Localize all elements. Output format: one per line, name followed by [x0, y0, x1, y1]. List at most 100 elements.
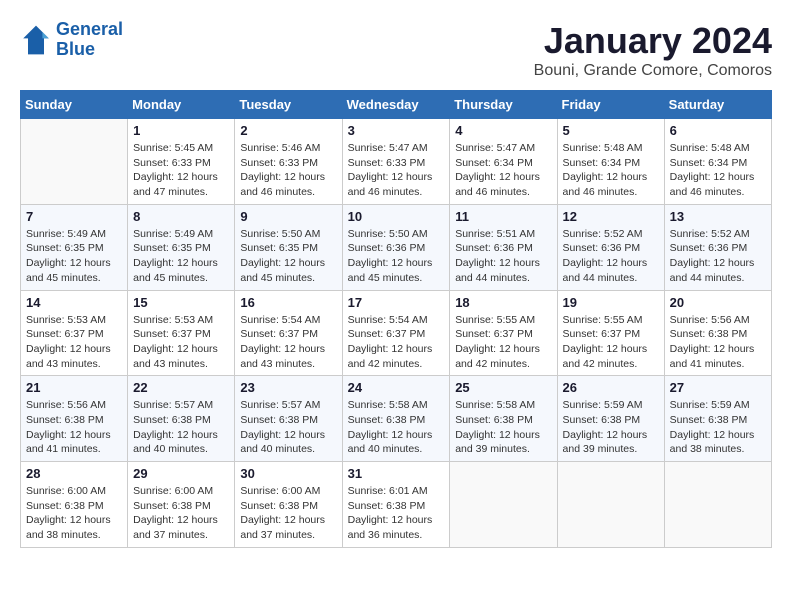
day-cell: 17Sunrise: 5:54 AM Sunset: 6:37 PM Dayli…: [342, 290, 450, 376]
day-cell: [557, 462, 664, 548]
day-cell: 30Sunrise: 6:00 AM Sunset: 6:38 PM Dayli…: [235, 462, 342, 548]
day-cell: [21, 119, 128, 205]
day-cell: 7 Sunrise: 5:49 AM Sunset: 6:35 PM Daylig…: [21, 204, 128, 290]
day-cell: 16 Sunrise: 5:54 AM Sunset: 6:37 PM Dayli…: [235, 290, 342, 376]
day-number: 16: [240, 295, 336, 310]
day-info: Sunrise: 6:01 AM Sunset: 6:38 PM Dayligh…: [348, 484, 445, 543]
day-info: Sunrise: 5:53 AM Sunset: 6:37 PM Dayligh…: [26, 313, 122, 372]
day-info: Sunrise: 5:54 AM Sunset: 6:37 PM Dayligh…: [348, 313, 445, 372]
day-number: 23: [240, 380, 336, 395]
day-cell: 24Sunrise: 5:58 AM Sunset: 6:38 PM Dayli…: [342, 376, 450, 462]
day-cell: [450, 462, 557, 548]
day-header-tuesday: Tuesday: [235, 91, 342, 119]
week-row-1: 1 Sunrise: 5:45 AM Sunset: 6:33 PM Daylig…: [21, 119, 772, 205]
day-cell: 19 Sunrise: 5:55 AM Sunset: 6:37 PM Dayli…: [557, 290, 664, 376]
day-number: 22: [133, 380, 229, 395]
day-cell: 11Sunrise: 5:51 AM Sunset: 6:36 PM Dayli…: [450, 204, 557, 290]
day-header-monday: Monday: [128, 91, 235, 119]
day-cell: 10 Sunrise: 5:50 AM Sunset: 6:36 PM Dayli…: [342, 204, 450, 290]
day-number: 19: [563, 295, 659, 310]
day-number: 24: [348, 380, 445, 395]
day-cell: 23 Sunrise: 5:57 AM Sunset: 6:38 PM Dayli…: [235, 376, 342, 462]
day-info: Sunrise: 6:00 AM Sunset: 6:38 PM Dayligh…: [240, 484, 336, 543]
day-number: 14: [26, 295, 122, 310]
day-info: Sunrise: 5:49 AM Sunset: 6:35 PM Dayligh…: [26, 227, 122, 286]
day-cell: 1 Sunrise: 5:45 AM Sunset: 6:33 PM Daylig…: [128, 119, 235, 205]
day-cell: 22Sunrise: 5:57 AM Sunset: 6:38 PM Dayli…: [128, 376, 235, 462]
day-info: Sunrise: 5:58 AM Sunset: 6:38 PM Dayligh…: [455, 398, 551, 457]
day-info: Sunrise: 5:50 AM Sunset: 6:35 PM Dayligh…: [240, 227, 336, 286]
logo-icon: [20, 24, 52, 56]
day-info: Sunrise: 5:59 AM Sunset: 6:38 PM Dayligh…: [563, 398, 659, 457]
day-cell: 9 Sunrise: 5:50 AM Sunset: 6:35 PM Daylig…: [235, 204, 342, 290]
day-number: 11: [455, 209, 551, 224]
day-number: 4: [455, 123, 551, 138]
day-cell: 5 Sunrise: 5:48 AM Sunset: 6:34 PM Daylig…: [557, 119, 664, 205]
day-info: Sunrise: 5:50 AM Sunset: 6:36 PM Dayligh…: [348, 227, 445, 286]
day-number: 10: [348, 209, 445, 224]
day-number: 5: [563, 123, 659, 138]
day-info: Sunrise: 5:57 AM Sunset: 6:38 PM Dayligh…: [240, 398, 336, 457]
day-info: Sunrise: 5:56 AM Sunset: 6:38 PM Dayligh…: [26, 398, 122, 457]
day-header-wednesday: Wednesday: [342, 91, 450, 119]
day-number: 21: [26, 380, 122, 395]
day-cell: 3Sunrise: 5:47 AM Sunset: 6:33 PM Daylig…: [342, 119, 450, 205]
day-number: 1: [133, 123, 229, 138]
day-number: 20: [670, 295, 766, 310]
day-cell: 2Sunrise: 5:46 AM Sunset: 6:33 PM Daylig…: [235, 119, 342, 205]
day-number: 28: [26, 466, 122, 481]
day-info: Sunrise: 5:48 AM Sunset: 6:34 PM Dayligh…: [563, 141, 659, 200]
day-cell: 25 Sunrise: 5:58 AM Sunset: 6:38 PM Dayli…: [450, 376, 557, 462]
day-number: 29: [133, 466, 229, 481]
day-number: 26: [563, 380, 659, 395]
day-cell: 28 Sunrise: 6:00 AM Sunset: 6:38 PM Dayli…: [21, 462, 128, 548]
day-info: Sunrise: 6:00 AM Sunset: 6:38 PM Dayligh…: [133, 484, 229, 543]
day-info: Sunrise: 5:56 AM Sunset: 6:38 PM Dayligh…: [670, 313, 766, 372]
day-number: 25: [455, 380, 551, 395]
day-info: Sunrise: 5:49 AM Sunset: 6:35 PM Dayligh…: [133, 227, 229, 286]
day-info: Sunrise: 5:54 AM Sunset: 6:37 PM Dayligh…: [240, 313, 336, 372]
day-cell: 18Sunrise: 5:55 AM Sunset: 6:37 PM Dayli…: [450, 290, 557, 376]
day-number: 9: [240, 209, 336, 224]
day-number: 18: [455, 295, 551, 310]
day-cell: 20 Sunrise: 5:56 AM Sunset: 6:38 PM Dayli…: [664, 290, 771, 376]
day-number: 27: [670, 380, 766, 395]
day-number: 6: [670, 123, 766, 138]
day-info: Sunrise: 5:53 AM Sunset: 6:37 PM Dayligh…: [133, 313, 229, 372]
day-cell: [664, 462, 771, 548]
day-cell: 13Sunrise: 5:52 AM Sunset: 6:36 PM Dayli…: [664, 204, 771, 290]
logo-line2: Blue: [56, 39, 95, 59]
day-cell: 6 Sunrise: 5:48 AM Sunset: 6:34 PM Daylig…: [664, 119, 771, 205]
day-number: 8: [133, 209, 229, 224]
day-cell: 29 Sunrise: 6:00 AM Sunset: 6:38 PM Dayli…: [128, 462, 235, 548]
day-number: 12: [563, 209, 659, 224]
day-cell: 8 Sunrise: 5:49 AM Sunset: 6:35 PM Daylig…: [128, 204, 235, 290]
logo-text: General Blue: [56, 20, 123, 60]
calendar-title: January 2024: [534, 20, 772, 62]
day-cell: 4 Sunrise: 5:47 AM Sunset: 6:34 PM Daylig…: [450, 119, 557, 205]
day-info: Sunrise: 5:55 AM Sunset: 6:37 PM Dayligh…: [563, 313, 659, 372]
day-cell: 12 Sunrise: 5:52 AM Sunset: 6:36 PM Dayli…: [557, 204, 664, 290]
day-cell: 15Sunrise: 5:53 AM Sunset: 6:37 PM Dayli…: [128, 290, 235, 376]
day-info: Sunrise: 5:45 AM Sunset: 6:33 PM Dayligh…: [133, 141, 229, 200]
day-number: 7: [26, 209, 122, 224]
day-info: Sunrise: 5:47 AM Sunset: 6:34 PM Dayligh…: [455, 141, 551, 200]
day-info: Sunrise: 5:48 AM Sunset: 6:34 PM Dayligh…: [670, 141, 766, 200]
day-info: Sunrise: 5:52 AM Sunset: 6:36 PM Dayligh…: [670, 227, 766, 286]
day-cell: 14 Sunrise: 5:53 AM Sunset: 6:37 PM Dayli…: [21, 290, 128, 376]
day-number: 2: [240, 123, 336, 138]
day-cell: 31Sunrise: 6:01 AM Sunset: 6:38 PM Dayli…: [342, 462, 450, 548]
day-info: Sunrise: 5:52 AM Sunset: 6:36 PM Dayligh…: [563, 227, 659, 286]
day-info: Sunrise: 6:00 AM Sunset: 6:38 PM Dayligh…: [26, 484, 122, 543]
title-area: January 2024 Bouni, Grande Comore, Comor…: [534, 20, 772, 80]
week-row-5: 28 Sunrise: 6:00 AM Sunset: 6:38 PM Dayli…: [21, 462, 772, 548]
logo-line1: General: [56, 19, 123, 39]
logo: General Blue: [20, 20, 123, 60]
day-header-saturday: Saturday: [664, 91, 771, 119]
day-cell: 27Sunrise: 5:59 AM Sunset: 6:38 PM Dayli…: [664, 376, 771, 462]
calendar-subtitle: Bouni, Grande Comore, Comoros: [534, 62, 772, 80]
day-cell: 21 Sunrise: 5:56 AM Sunset: 6:38 PM Dayli…: [21, 376, 128, 462]
day-header-sunday: Sunday: [21, 91, 128, 119]
week-row-4: 21 Sunrise: 5:56 AM Sunset: 6:38 PM Dayli…: [21, 376, 772, 462]
day-headers-row: SundayMondayTuesdayWednesdayThursdayFrid…: [21, 91, 772, 119]
